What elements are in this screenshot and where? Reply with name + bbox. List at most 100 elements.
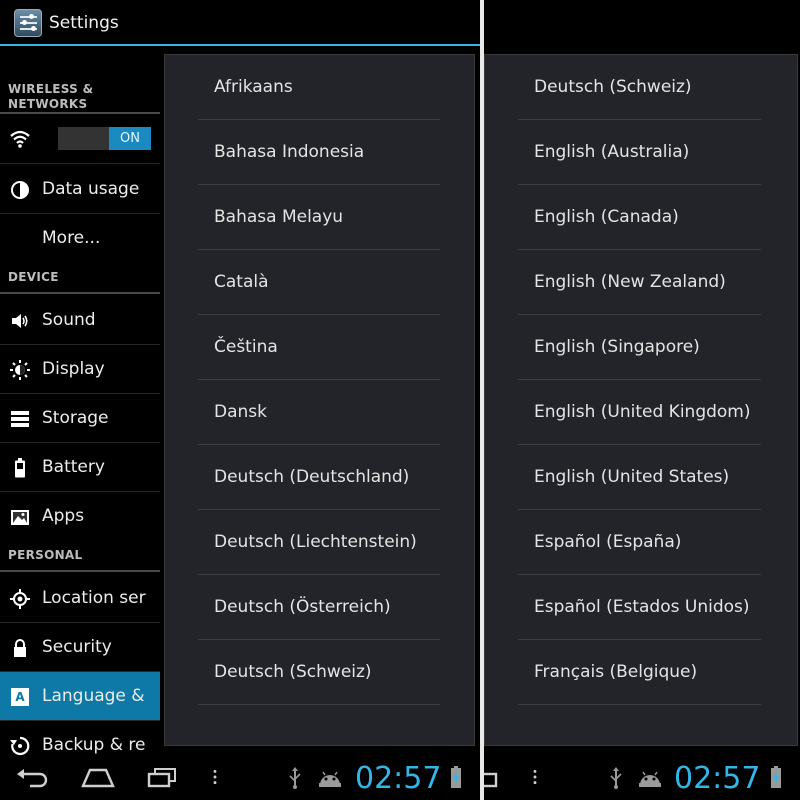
overflow-menu-icon[interactable] [532,769,538,785]
settings-sidebar: WIRELESS & NETWORKS ON Data usage More..… [0,48,160,756]
wifi-toggle[interactable]: ON [58,127,151,150]
language-list-item[interactable]: Français (Belgique) [518,640,761,705]
battery-icon [15,458,25,478]
language-label: Čeština [214,337,278,357]
backup-reset-icon [10,736,30,756]
language-list-item[interactable]: English (Australia) [518,120,761,185]
language-list-item[interactable]: English (United Kingdom) [518,380,761,445]
page-title: Settings [49,13,119,33]
language-list-item[interactable]: Deutsch (Deutschland) [198,445,440,510]
section-header-personal: PERSONAL [0,548,160,572]
language-label: Bahasa Melayu [214,207,344,227]
usb-icon [610,767,622,789]
sidebar-item-label: Apps [42,506,85,526]
sidebar-item-label: Data usage [42,179,140,199]
language-label: Afrikaans [214,77,293,97]
keyboard-language-icon: A [11,688,29,706]
sidebar-item-language[interactable]: A Language & input [0,672,160,721]
location-icon [10,589,30,609]
recent-apps-icon[interactable] [484,768,498,788]
language-list-panel: Afrikaans Bahasa Indonesia Bahasa Melayu Ca… [164,54,475,746]
language-label: Español (España) [534,532,682,552]
language-list-item[interactable]: Dansk [198,380,440,445]
language-list-item[interactable]: Deutsch (Liechtenstein) [198,510,440,575]
sidebar-item-display[interactable]: Display [0,345,160,394]
sidebar-item-apps[interactable]: Apps [0,492,160,541]
recent-apps-icon[interactable] [147,768,177,788]
sidebar-item-label: Sound [42,310,96,330]
sidebar-item-backup[interactable]: Backup & reset [0,721,160,756]
language-list-item[interactable]: English (Singapore) [518,315,761,380]
left-screen: Settings WIRELESS & NETWORKS ON Data usa… [0,0,480,800]
storage-icon [11,411,29,427]
language-list-item[interactable]: Deutsch (Österreich) [198,575,440,640]
language-label: English (New Zealand) [534,272,726,292]
sidebar-item-location[interactable]: Location services [0,574,160,623]
sidebar-item-label: Display [42,359,105,379]
sidebar-item-label: Backup & reset [42,735,146,755]
sidebar-item-data-usage[interactable]: Data usage [0,165,160,214]
language-list-item[interactable]: Español (España) [518,510,761,575]
language-label: Dansk [214,402,267,422]
data-usage-icon [11,181,29,199]
language-list-item[interactable]: Čeština [198,315,440,380]
sidebar-item-label: More... [42,228,101,248]
sidebar-item-label: Location services [42,588,146,608]
system-nav-bar: 02:57 [0,756,480,800]
sidebar-item-battery[interactable]: Battery [0,443,160,492]
language-list-item[interactable]: Español (Estados Unidos) [518,575,761,640]
language-list-item[interactable]: Deutsch (Schweiz) [198,640,440,705]
language-label: English (United States) [534,467,730,487]
sidebar-item-security[interactable]: Security [0,623,160,672]
battery-charging-icon [771,766,781,788]
lock-icon [14,639,26,657]
language-list-item[interactable]: Afrikaans [198,55,440,120]
overflow-menu-icon[interactable] [212,769,218,785]
language-list-item[interactable]: English (New Zealand) [518,250,761,315]
sidebar-item-label: Battery [42,457,105,477]
apps-icon [11,510,29,525]
language-list-item[interactable]: Bahasa Melayu [198,185,440,250]
home-icon[interactable] [81,768,115,788]
status-clock[interactable]: 02:57 [355,761,441,796]
svg-text:A: A [15,690,25,704]
section-header-device: DEVICE [0,270,160,294]
language-list-item[interactable]: Bahasa Indonesia [198,120,440,185]
language-label: Español (Estados Unidos) [534,597,750,617]
battery-charging-icon [451,766,461,788]
language-label: English (Canada) [534,207,679,227]
sidebar-item-label: Storage [42,408,109,428]
language-label: English (United Kingdom) [534,402,751,422]
speaker-icon [12,314,28,328]
language-label: Bahasa Indonesia [214,142,365,162]
right-screen: Deutsch (Schweiz) English (Australia) Engl… [484,0,800,800]
language-label: Deutsch (Liechtenstein) [214,532,417,552]
wifi-toggle-on: ON [109,127,151,150]
android-debug-icon [319,771,341,787]
android-debug-icon [639,771,661,787]
language-list-item[interactable]: Català [198,250,440,315]
sidebar-item-label: Language & input [42,686,146,706]
language-list-item[interactable]: English (Canada) [518,185,761,250]
back-icon[interactable] [16,768,48,788]
language-label: Deutsch (Deutschland) [214,467,410,487]
sidebar-item-wifi[interactable]: ON [0,115,160,164]
language-list-item[interactable]: Deutsch (Schweiz) [518,55,761,120]
section-header-wireless: WIRELESS & NETWORKS [0,82,160,114]
language-label: Deutsch (Österreich) [214,597,391,617]
usb-icon [289,767,301,789]
system-nav-bar: 02:57 [484,756,800,800]
sidebar-item-more[interactable]: More... [0,214,160,263]
language-label: Deutsch (Schweiz) [534,77,692,97]
language-list-item[interactable]: English (United States) [518,445,761,510]
settings-app-icon[interactable] [14,9,42,37]
brightness-icon [10,360,30,380]
language-label: Català [214,272,269,292]
language-label: Deutsch (Schweiz) [214,662,372,682]
sidebar-item-storage[interactable]: Storage [0,394,160,443]
language-label: English (Australia) [534,142,690,162]
action-bar: Settings [0,0,480,46]
language-label: Français (Belgique) [534,662,698,682]
sidebar-item-sound[interactable]: Sound [0,296,160,345]
status-clock[interactable]: 02:57 [674,761,760,796]
